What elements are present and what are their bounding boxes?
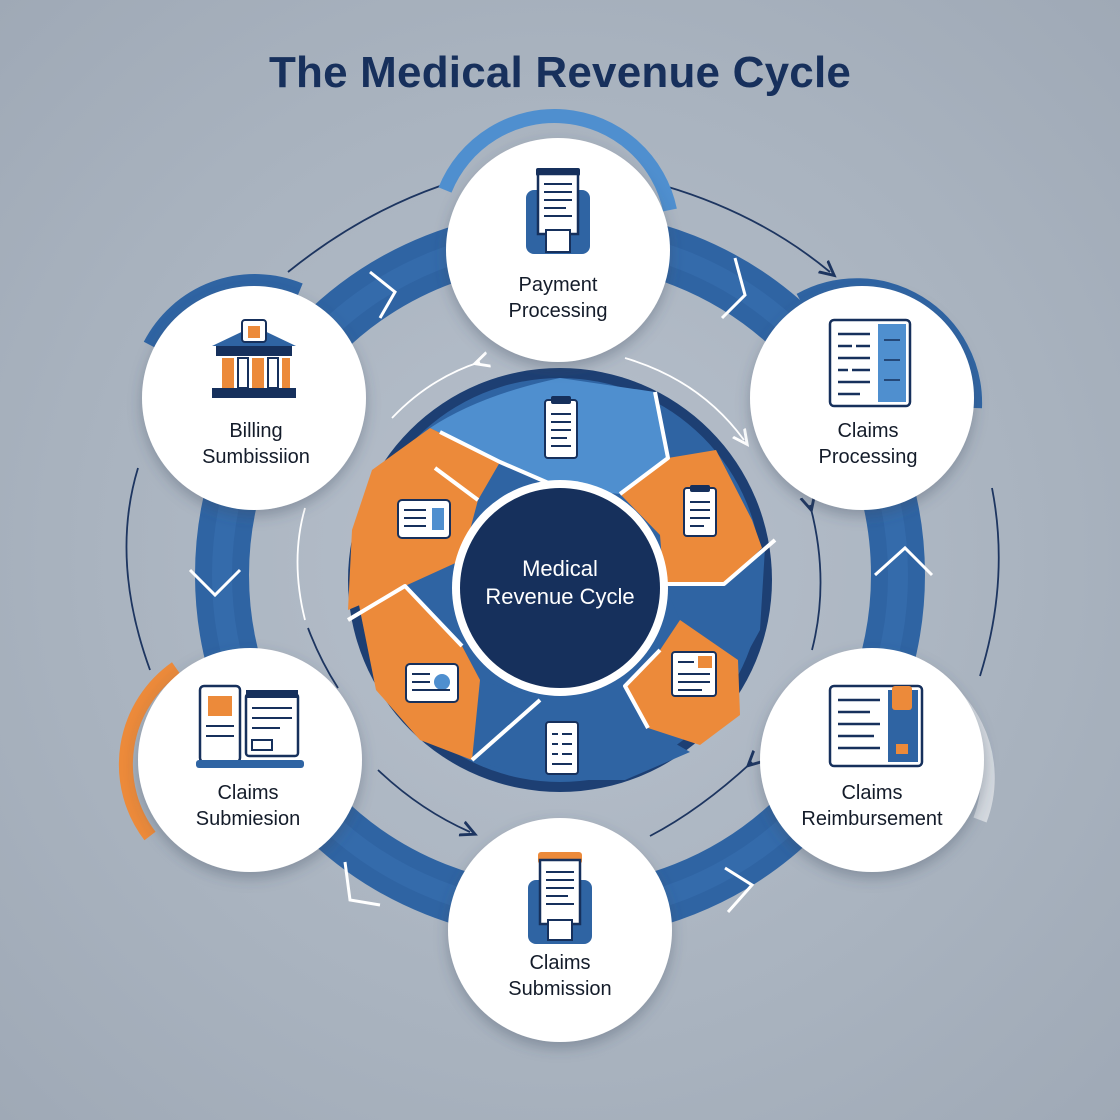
center-label-line1: Medical	[522, 556, 598, 581]
node-label-line1: Claims	[837, 420, 899, 442]
node-label-line1: Billing	[229, 420, 283, 442]
ledger-book-icon	[828, 684, 924, 768]
diagram-stage: The Medical Revenue Cycle Medical Revenu…	[0, 0, 1120, 1120]
center-label-line2: Revenue Cycle	[485, 584, 635, 609]
wheel-form-icon-right	[683, 485, 717, 537]
node-label-claims-submission: Claims Submission	[460, 950, 660, 1002]
node-label-line1: Claims	[217, 782, 279, 804]
node-label-claims-processing: Claims Processing	[768, 418, 968, 470]
wheel-document-icon	[544, 396, 578, 459]
outer-arrow-left	[125, 467, 151, 671]
node-label-line2: Processing	[508, 300, 608, 322]
claims-form-icon	[828, 318, 912, 408]
wheel-card-icon-right-bottom	[671, 651, 717, 697]
node-label-line2: Processing	[818, 446, 918, 468]
node-label-line2: Sumbissiion	[202, 446, 310, 468]
node-label-line1: Payment	[518, 274, 598, 296]
node-label-line2: Submission	[508, 978, 612, 1000]
wheel-folder-icon-left-bottom	[405, 663, 459, 703]
node-label-line2: Submiesion	[195, 808, 301, 830]
outer-arrow-right	[979, 487, 1000, 677]
inner-arrow-right	[810, 505, 822, 651]
inner-arrow-left-a	[296, 507, 306, 621]
devices-forms-icon	[196, 684, 304, 768]
node-label-billing-submission: Billing Sumbissiion	[156, 418, 356, 470]
node-label-claims-reimbursement: Claims Reimbursement	[772, 780, 972, 832]
wheel-folder-icon-left	[397, 499, 451, 539]
node-label-claims-submiesion: Claims Submiesion	[148, 780, 348, 832]
wheel-receipt-icon-bottom	[545, 721, 579, 775]
outer-arrow-bottom-right	[649, 762, 752, 837]
node-label-line1: Claims	[529, 952, 591, 974]
node-label-line1: Claims	[841, 782, 903, 804]
node-label-line2: Reimbursement	[801, 808, 943, 830]
outer-arrow-bottom-left	[377, 769, 470, 832]
node-label-payment-processing: Payment Processing	[458, 272, 658, 324]
center-label: Medical Revenue Cycle	[460, 555, 660, 611]
